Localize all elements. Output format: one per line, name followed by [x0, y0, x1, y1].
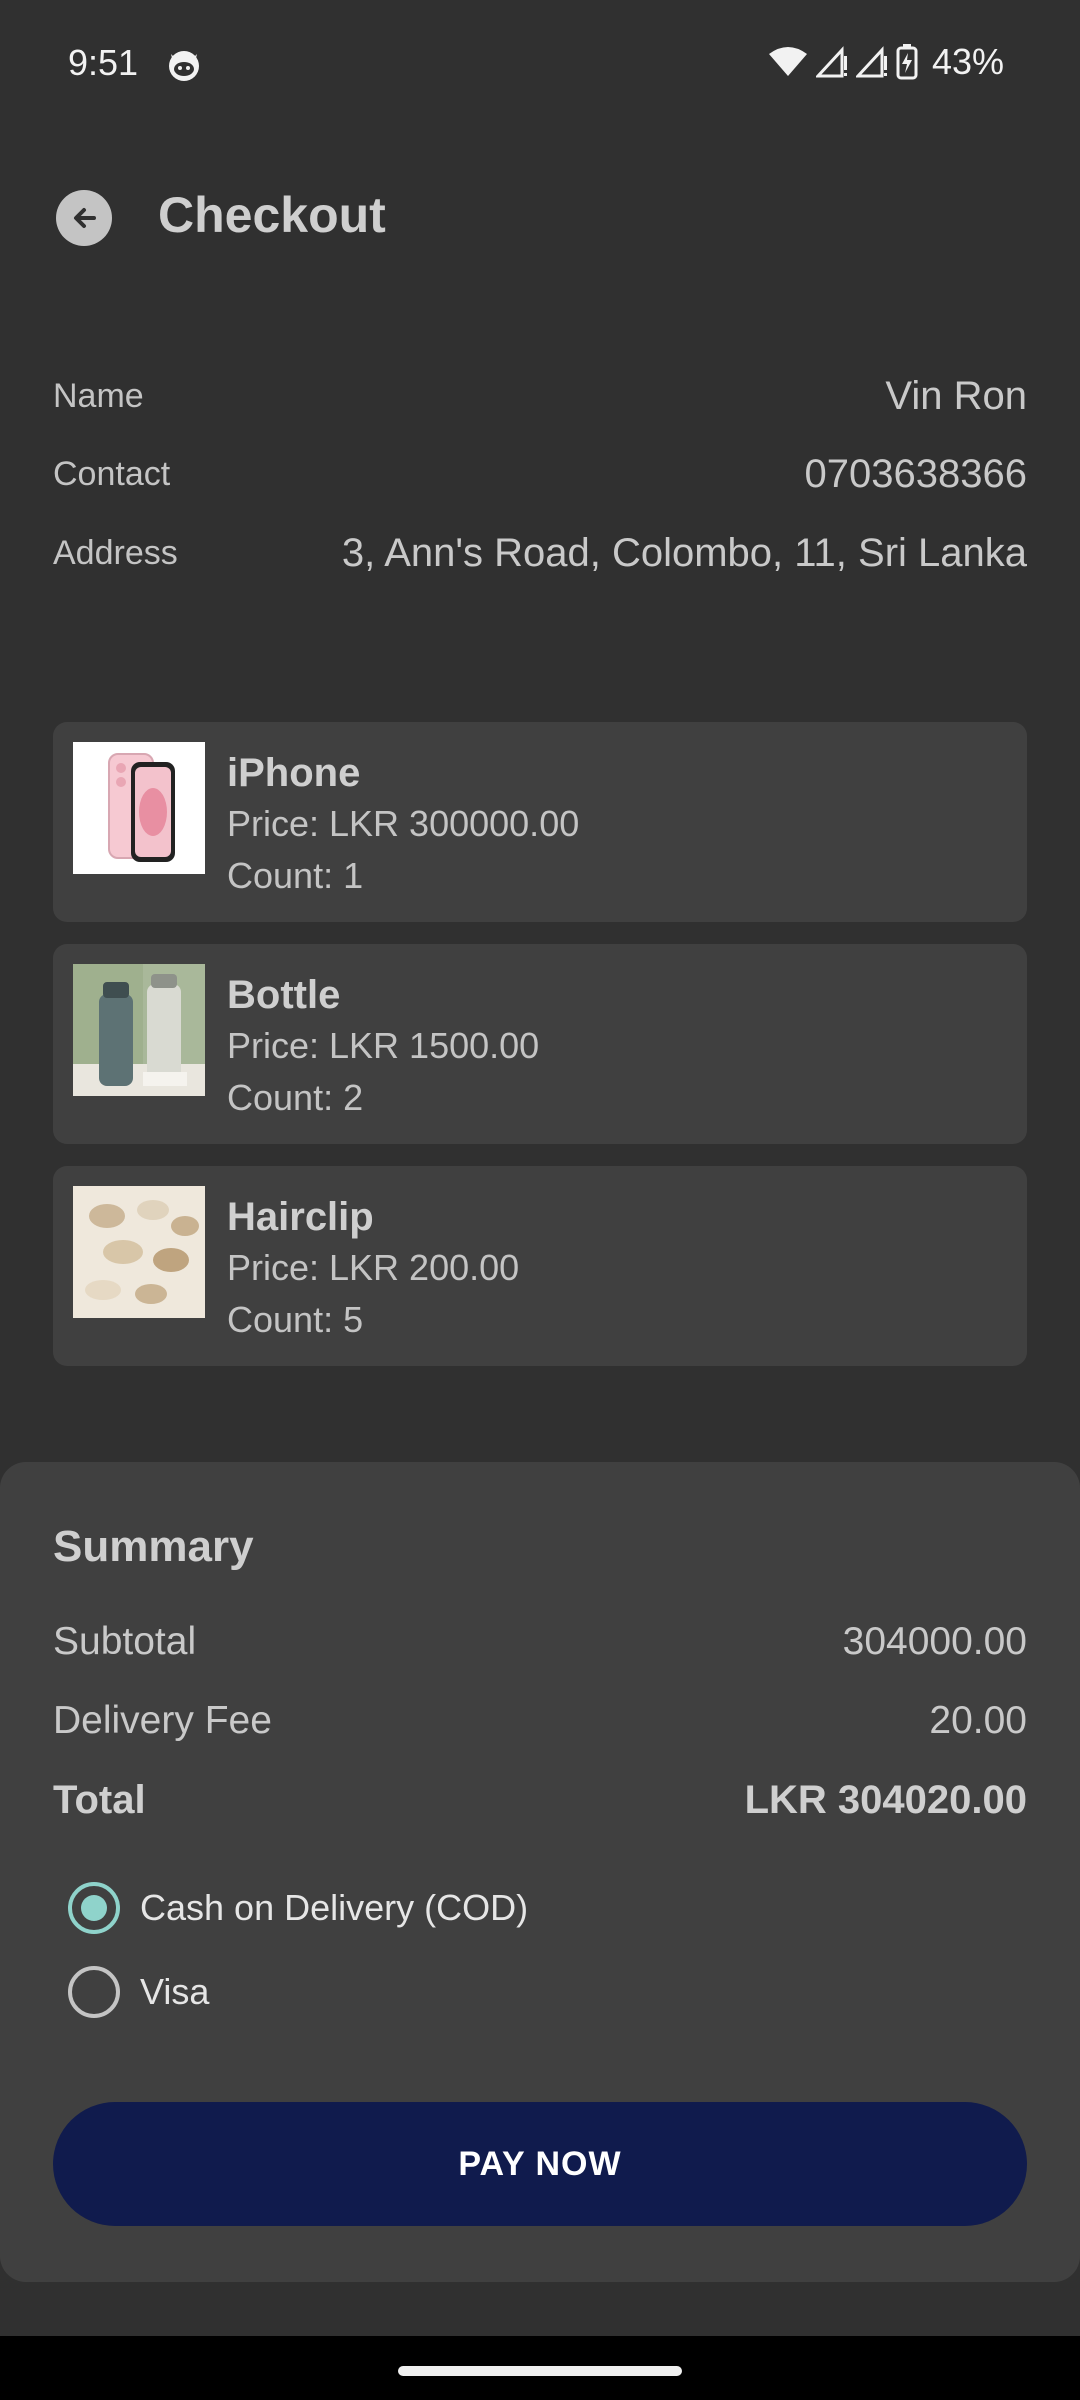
item-name: Hairclip	[227, 1195, 374, 1239]
back-button[interactable]	[56, 190, 112, 246]
payment-option-visa[interactable]: Visa	[68, 1966, 209, 2018]
customer-address-row: Address 3, Ann's Road, Colombo, 11, Sri …	[53, 531, 1027, 576]
item-count: Count: 2	[227, 1077, 364, 1118]
cart-item-bottle: Bottle Price: LKR 1500.00 Count: 2	[53, 944, 1027, 1144]
status-icons: 43%	[768, 40, 1004, 84]
delivery-fee-value: 20.00	[929, 1699, 1027, 1742]
customer-contact-row: Contact 0703638366	[53, 452, 1027, 497]
subtotal-label: Subtotal	[53, 1620, 197, 1663]
delivery-fee-row: Delivery Fee 20.00	[53, 1699, 1027, 1743]
battery-percent: 43%	[931, 41, 1004, 82]
summary-title: Summary	[53, 1522, 254, 1571]
bottle-image	[73, 964, 205, 1096]
address-value: 3, Ann's Road, Colombo, 11, Sri Lanka	[341, 531, 1027, 575]
pay-now-button[interactable]: PAY NOW	[53, 2102, 1027, 2226]
total-label: Total	[53, 1778, 146, 1822]
status-bar: 9:51 43%	[0, 0, 1080, 128]
item-count: Count: 5	[227, 1299, 364, 1340]
total-row: Total LKR 304020.00	[53, 1778, 1027, 1823]
item-count: Count: 1	[227, 855, 364, 896]
checkout-screen: 9:51 43% Checkout Name Vin Ron Contact 0…	[0, 0, 1080, 2400]
wifi-icon	[768, 46, 808, 78]
address-label: Address	[53, 534, 178, 572]
item-name: Bottle	[227, 973, 341, 1017]
page-title: Checkout	[158, 187, 386, 243]
item-name: iPhone	[227, 751, 361, 795]
delivery-fee-label: Delivery Fee	[53, 1699, 272, 1742]
navigation-bar	[0, 2336, 1080, 2400]
status-time: 9:51	[68, 42, 139, 83]
signal-icon	[815, 46, 848, 78]
cart-item-iphone: iPhone Price: LKR 300000.00 Count: 1	[53, 722, 1027, 922]
home-gesture-handle[interactable]	[398, 2366, 682, 2376]
battery-charging-icon	[896, 44, 918, 80]
subtotal-row: Subtotal 304000.00	[53, 1620, 1027, 1664]
hairclip-image	[73, 1186, 205, 1318]
item-price: Price: LKR 200.00	[227, 1247, 520, 1288]
item-details: Bottle Price: LKR 1500.00 Count: 2	[227, 970, 539, 1124]
signal-icon-2	[855, 46, 888, 78]
radio-button-selected[interactable]	[68, 1882, 120, 1934]
item-price: Price: LKR 1500.00	[227, 1025, 540, 1066]
subtotal-value: 304000.00	[842, 1620, 1027, 1663]
iphone-image	[73, 742, 205, 874]
item-price: Price: LKR 300000.00	[227, 803, 580, 844]
arrow-left-icon	[74, 208, 96, 228]
payment-option-label: Cash on Delivery (COD)	[140, 1887, 529, 1928]
radio-button[interactable]	[68, 1966, 120, 2018]
item-details: Hairclip Price: LKR 200.00 Count: 5	[227, 1192, 519, 1346]
cart-item-hairclip: Hairclip Price: LKR 200.00 Count: 5	[53, 1166, 1027, 1366]
contact-value: 0703638366	[804, 452, 1027, 496]
item-details: iPhone Price: LKR 300000.00 Count: 1	[227, 748, 579, 902]
name-label: Name	[53, 377, 144, 415]
payment-option-label: Visa	[140, 1971, 210, 2012]
summary-panel: Summary Subtotal 304000.00 Delivery Fee …	[0, 1462, 1080, 2282]
app-notification-icon	[166, 48, 202, 82]
contact-label: Contact	[53, 455, 171, 493]
total-value: LKR 304020.00	[744, 1778, 1027, 1822]
payment-option-cod[interactable]: Cash on Delivery (COD)	[68, 1882, 528, 1934]
customer-name-row: Name Vin Ron	[53, 374, 1027, 419]
name-value: Vin Ron	[885, 374, 1027, 418]
